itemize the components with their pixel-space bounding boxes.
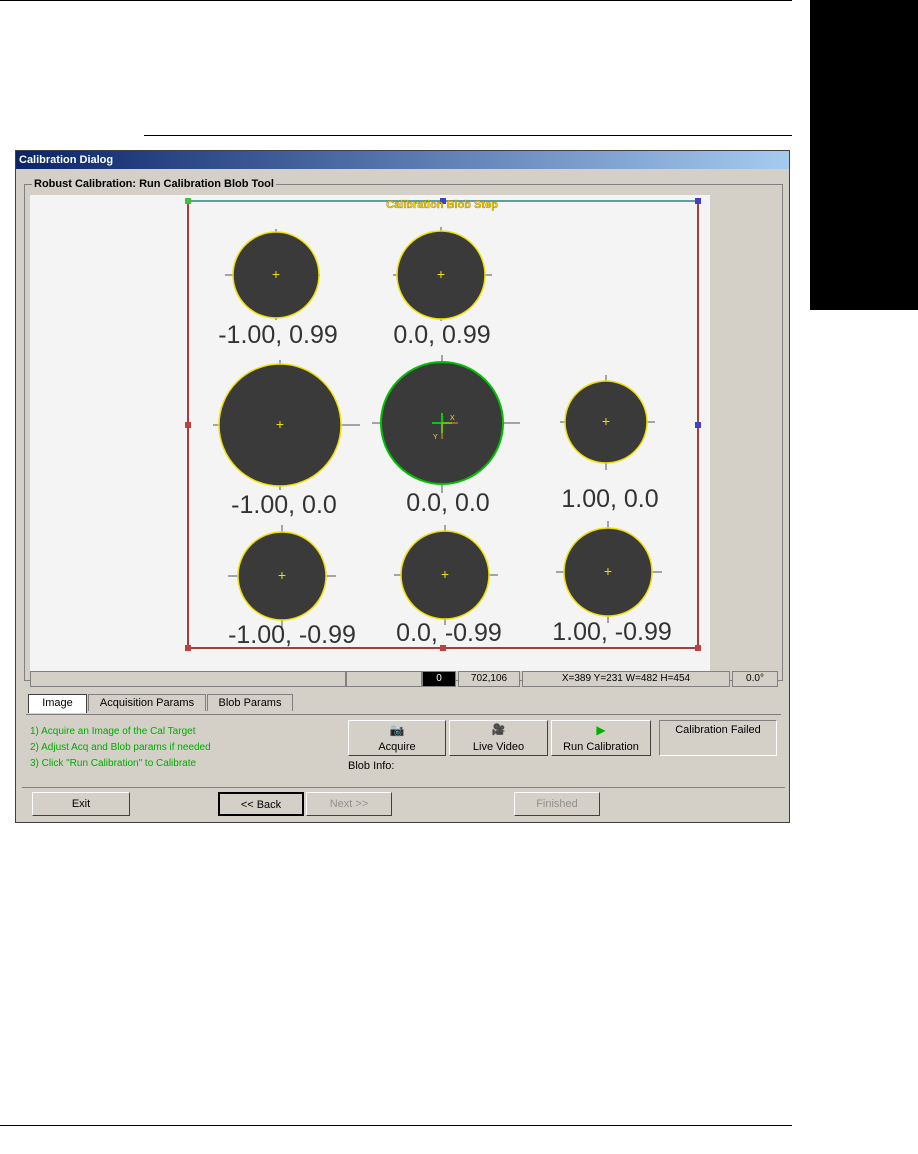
- svg-text:+: +: [272, 266, 280, 282]
- calibration-dialog: Calibration Dialog Robust Calibration: R…: [15, 150, 790, 823]
- calibration-status-box: Calibration Failed: [659, 720, 777, 756]
- roi-handle[interactable]: [695, 645, 701, 651]
- blob-label: 1.00, -0.99: [552, 618, 672, 646]
- roi-handle[interactable]: [185, 645, 191, 651]
- bottom-rule: [0, 1125, 792, 1126]
- tab-blob-params[interactable]: Blob Params: [207, 694, 293, 711]
- instruction-3: 3) Click "Run Calibration" to Calibrate: [30, 758, 197, 769]
- play-icon: ▶: [596, 723, 606, 737]
- blob-5[interactable]: +: [560, 375, 655, 470]
- roi-handle[interactable]: [695, 198, 701, 204]
- pixel-value: 0: [422, 671, 456, 687]
- finished-button[interactable]: Finished: [514, 792, 600, 816]
- section-rule: [144, 135, 792, 136]
- run-calibration-label: Run Calibration: [563, 741, 639, 753]
- blob-6[interactable]: +: [228, 525, 336, 627]
- run-calibration-button[interactable]: ▶ Run Calibration: [551, 720, 651, 756]
- cursor-position: 702,106: [458, 671, 520, 687]
- live-video-label: Live Video: [472, 741, 525, 753]
- calibration-image[interactable]: Calibration Blob Step + -1.00, 0.99 + 0.…: [30, 195, 710, 671]
- axis-y-label: Y: [433, 434, 438, 441]
- svg-text:+: +: [278, 567, 286, 583]
- tab-acquisition-params[interactable]: Acquisition Params: [88, 694, 206, 711]
- blob-4-selected[interactable]: X Y: [372, 355, 520, 493]
- live-video-button[interactable]: 🎥 Live Video: [449, 720, 548, 756]
- instruction-1: 1) Acquire an Image of the Cal Target: [30, 726, 196, 737]
- blob-label: 0.0, 0.0: [406, 489, 489, 517]
- back-button[interactable]: << Back: [218, 792, 304, 816]
- navigation-bar: Exit << Back Next >> Finished: [22, 787, 785, 820]
- image-viewer[interactable]: Calibration Blob Step + -1.00, 0.99 + 0.…: [30, 195, 780, 671]
- video-camera-icon: 🎥: [491, 724, 506, 736]
- roi-angle: 0.0°: [732, 671, 778, 687]
- blob-label: 0.0, 0.99: [393, 321, 490, 349]
- status-cell-empty: [30, 671, 346, 687]
- roi-handle[interactable]: [695, 422, 701, 428]
- svg-text:+: +: [602, 413, 610, 429]
- roi-dimensions: X=389 Y=231 W=482 H=454: [522, 671, 730, 687]
- blob-info-label: Blob Info:: [348, 760, 395, 772]
- next-button[interactable]: Next >>: [306, 792, 392, 816]
- window-title: Calibration Dialog: [16, 151, 789, 169]
- blob-label: -1.00, 0.0: [231, 491, 337, 519]
- blob-8[interactable]: +: [556, 521, 662, 623]
- status-cell-empty: [346, 671, 422, 687]
- svg-text:+: +: [276, 416, 284, 432]
- top-rule: [0, 0, 792, 1]
- image-status-bar: 0 702,106 X=389 Y=231 W=482 H=454 0.0°: [30, 671, 780, 687]
- blob-2[interactable]: +: [393, 227, 492, 321]
- roi-handle[interactable]: [185, 422, 191, 428]
- blob-7[interactable]: +: [394, 525, 498, 625]
- image-area[interactable]: Calibration Blob Step + -1.00, 0.99 + 0.…: [30, 195, 710, 671]
- blob-3[interactable]: +: [213, 360, 360, 490]
- instruction-2: 2) Adjust Acq and Blob params if needed: [30, 742, 211, 753]
- blob-label: -1.00, -0.99: [228, 621, 356, 649]
- acquire-button[interactable]: 📷 Acquire: [348, 720, 446, 756]
- svg-text:+: +: [437, 266, 445, 282]
- roi-handle[interactable]: [185, 198, 191, 204]
- blob-label: 0.0, -0.99: [396, 619, 502, 647]
- chapter-side-tab: [810, 0, 918, 310]
- camera-icon: 📷: [389, 723, 405, 737]
- group-title: Robust Calibration: Run Calibration Blob…: [32, 178, 276, 190]
- blob-1[interactable]: +: [225, 229, 320, 320]
- axis-x-label: X: [450, 415, 455, 422]
- svg-text:+: +: [441, 566, 449, 582]
- exit-button[interactable]: Exit: [32, 792, 130, 816]
- svg-text:+: +: [604, 563, 612, 579]
- tab-image[interactable]: Image: [28, 694, 87, 713]
- blob-label: -1.00, 0.99: [218, 321, 338, 349]
- acquire-label: Acquire: [378, 741, 416, 753]
- blob-label: 1.00, 0.0: [561, 485, 658, 513]
- step-label: Calibration Blob Step: [386, 199, 498, 211]
